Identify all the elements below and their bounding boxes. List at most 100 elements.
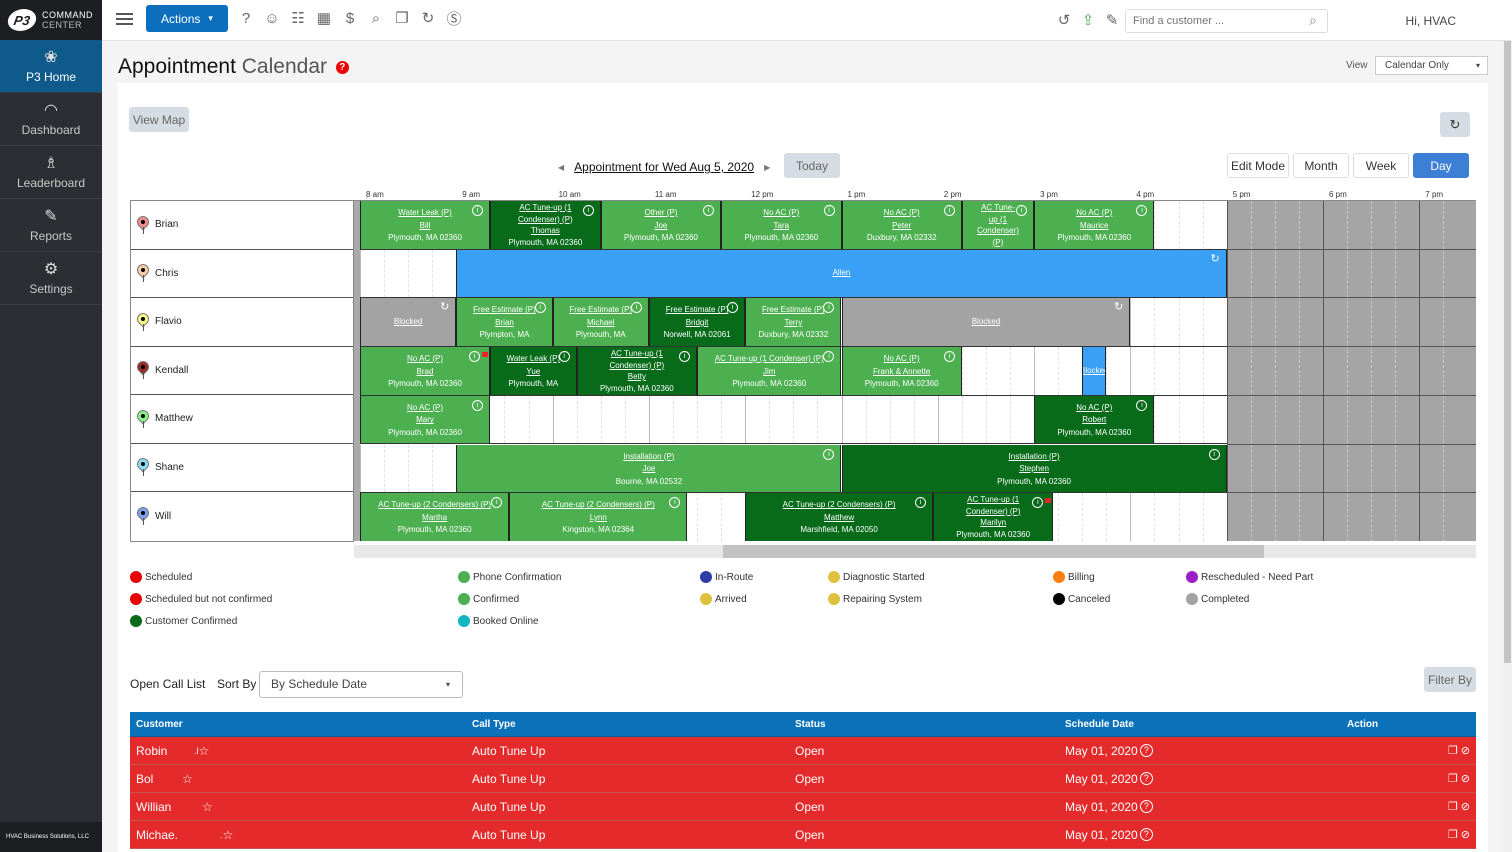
- time-slot[interactable]: [1130, 493, 1154, 541]
- menu-toggle-icon[interactable]: [116, 13, 133, 28]
- time-slot[interactable]: [1154, 493, 1178, 541]
- cancel-call-icon[interactable]: ❐: [1448, 800, 1458, 813]
- customer-name-link[interactable]: Matthew: [746, 512, 932, 525]
- technician-row[interactable]: Kendall: [131, 347, 353, 395]
- view-select[interactable]: Calendar Only ▾: [1375, 56, 1488, 75]
- table-row[interactable]: Michae. . ☆ Auto Tune Up Open May 01, 2020? ❐ ⊘: [130, 821, 1476, 849]
- column-header[interactable]: Call Type: [472, 712, 516, 736]
- time-slot[interactable]: [1154, 395, 1178, 444]
- recurring-icon[interactable]: ↻: [1210, 253, 1219, 266]
- filter-by-button[interactable]: Filter By: [1424, 667, 1476, 692]
- actions-dropdown-button[interactable]: Actions ▾: [146, 5, 228, 32]
- help-icon[interactable]: ?: [236, 8, 256, 28]
- info-icon[interactable]: i: [943, 205, 955, 216]
- customer-name-link[interactable]: Jim: [698, 366, 840, 379]
- star-icon[interactable]: ☆: [223, 828, 234, 842]
- customer-name-link[interactable]: Marilyn: [934, 517, 1052, 529]
- help-icon[interactable]: ?: [1139, 800, 1153, 813]
- edit-icon[interactable]: ✎: [1102, 10, 1122, 30]
- next-day-icon[interactable]: ▶: [764, 163, 770, 172]
- technician-row[interactable]: Chris: [131, 250, 353, 298]
- dismiss-icon[interactable]: ⊘: [1461, 828, 1470, 841]
- time-slot[interactable]: [432, 444, 456, 493]
- appointment-card[interactable]: Free Estimate (P) Michael Plymouth, MA i: [552, 298, 649, 347]
- customer-name[interactable]: Bol: [136, 772, 153, 786]
- time-slot[interactable]: [961, 395, 986, 444]
- time-slot[interactable]: [817, 395, 841, 444]
- recurring-icon[interactable]: ↻: [440, 301, 449, 314]
- appointment-card[interactable]: No AC (P) Tara Plymouth, MA 02360 i: [721, 201, 842, 249]
- time-slot[interactable]: [504, 395, 528, 444]
- time-slot[interactable]: [1130, 347, 1154, 395]
- time-slot[interactable]: [360, 444, 384, 493]
- time-slot[interactable]: [384, 249, 408, 298]
- customer-name[interactable]: Michae.: [136, 828, 178, 842]
- appointment-type-link[interactable]: Installation (P): [843, 451, 1226, 464]
- current-date-link[interactable]: Appointment for Wed Aug 5, 2020: [574, 160, 754, 174]
- time-slot[interactable]: [384, 444, 408, 493]
- sort-by-select[interactable]: By Schedule Date ▾: [259, 671, 463, 698]
- time-slot[interactable]: [360, 249, 384, 298]
- time-slot[interactable]: [961, 347, 986, 395]
- appointment-card[interactable]: Other (P) Joe Plymouth, MA 02360 i: [600, 201, 722, 249]
- table-row[interactable]: Bol ☆ Auto Tune Up Open May 01, 2020? ❐ ⊘: [130, 765, 1476, 793]
- customer-name-link[interactable]: Joe: [602, 220, 720, 233]
- customer-name-link[interactable]: Michael: [554, 317, 648, 330]
- blocked-time-slot[interactable]: Blocked ↻: [360, 298, 457, 347]
- time-slot[interactable]: [697, 395, 721, 444]
- appointment-type-link[interactable]: Allen: [819, 267, 865, 280]
- timeline-scrollbar[interactable]: [354, 545, 1476, 558]
- table-row[interactable]: Willian ☆ Auto Tune Up Open May 01, 2020? ❐ ⊘: [130, 793, 1476, 821]
- customer-name-link[interactable]: Robert: [1035, 414, 1153, 427]
- star-icon[interactable]: ☆: [202, 800, 213, 814]
- sidebar-item-p3-home[interactable]: ❀ P3 Home: [0, 40, 102, 93]
- dismiss-icon[interactable]: ⊘: [1461, 800, 1470, 813]
- column-header[interactable]: Action: [1347, 712, 1378, 736]
- sync-icon[interactable]: ↻: [418, 8, 438, 28]
- time-slot[interactable]: [1178, 395, 1203, 444]
- customer-name-link[interactable]: Bill: [361, 220, 489, 233]
- customer-name-link[interactable]: Peter: [843, 220, 961, 233]
- time-slot[interactable]: [1154, 201, 1178, 249]
- time-slot[interactable]: [1130, 298, 1154, 347]
- time-slot[interactable]: [1202, 347, 1227, 395]
- time-slot[interactable]: [1202, 493, 1227, 541]
- appointment-type-link[interactable]: AC Tune-up (2 Condensers) (P): [361, 499, 508, 512]
- info-icon[interactable]: i: [472, 399, 483, 411]
- time-slot[interactable]: [576, 395, 601, 444]
- appointment-card[interactable]: AC Tune-up (2 Condensers) (P) Martha Plymo…: [360, 493, 510, 541]
- star-icon[interactable]: ☆: [182, 772, 193, 786]
- timeline-scrollbar-thumb[interactable]: [723, 545, 1264, 558]
- add-appointment-icon[interactable]: ☷: [288, 8, 308, 28]
- customer-name-link[interactable]: Stephen: [843, 463, 1226, 476]
- appointment-card[interactable]: Free Estimate (P) Bridgit Norwell, MA 0206…: [648, 298, 746, 347]
- customer-name-link[interactable]: Frank & Annette: [843, 366, 961, 379]
- technician-row[interactable]: Flavio: [131, 298, 353, 347]
- customer-name-link[interactable]: Martha: [361, 512, 508, 525]
- time-slot[interactable]: [937, 395, 962, 444]
- user-greeting[interactable]: Hi, HVAC: [1406, 14, 1456, 28]
- appointment-card[interactable]: AC Tune-up (1 Condenser) (P) Thomas Plymou…: [490, 201, 601, 249]
- info-icon[interactable]: i: [823, 205, 835, 216]
- appointment-card[interactable]: No AC (P) Maurice Plymouth, MA 02360 i: [1034, 201, 1155, 249]
- appointment-type-link[interactable]: No AC (P): [361, 402, 489, 415]
- time-slot[interactable]: [769, 395, 793, 444]
- column-header[interactable]: Customer: [136, 712, 183, 736]
- customer-name[interactable]: Willian: [136, 800, 171, 814]
- customer-name-link[interactable]: Brian: [457, 317, 551, 330]
- time-slot[interactable]: [1010, 395, 1034, 444]
- refresh-button[interactable]: ↻: [1440, 112, 1470, 137]
- cancel-call-icon[interactable]: ❐: [1448, 744, 1458, 757]
- time-slot[interactable]: [408, 444, 432, 493]
- info-icon[interactable]: i: [823, 448, 835, 460]
- recurring-icon[interactable]: ↻: [1114, 301, 1123, 314]
- star-icon[interactable]: ☆: [199, 744, 210, 758]
- appointment-type-link[interactable]: Blocked: [380, 316, 436, 329]
- appointment-card[interactable]: No AC (P) Mary Plymouth, MA 02360 i: [360, 395, 490, 444]
- time-slot[interactable]: [985, 347, 1010, 395]
- customer-name-link[interactable]: Connie: [963, 248, 1033, 249]
- time-slot[interactable]: [1178, 201, 1203, 249]
- appointment-type-link[interactable]: AC Tune-up (2 Condensers) (P): [510, 499, 686, 512]
- time-slot[interactable]: [1178, 298, 1203, 347]
- appointment-card[interactable]: Free Estimate (P) Terry Duxbury, MA 02332 i: [745, 298, 842, 347]
